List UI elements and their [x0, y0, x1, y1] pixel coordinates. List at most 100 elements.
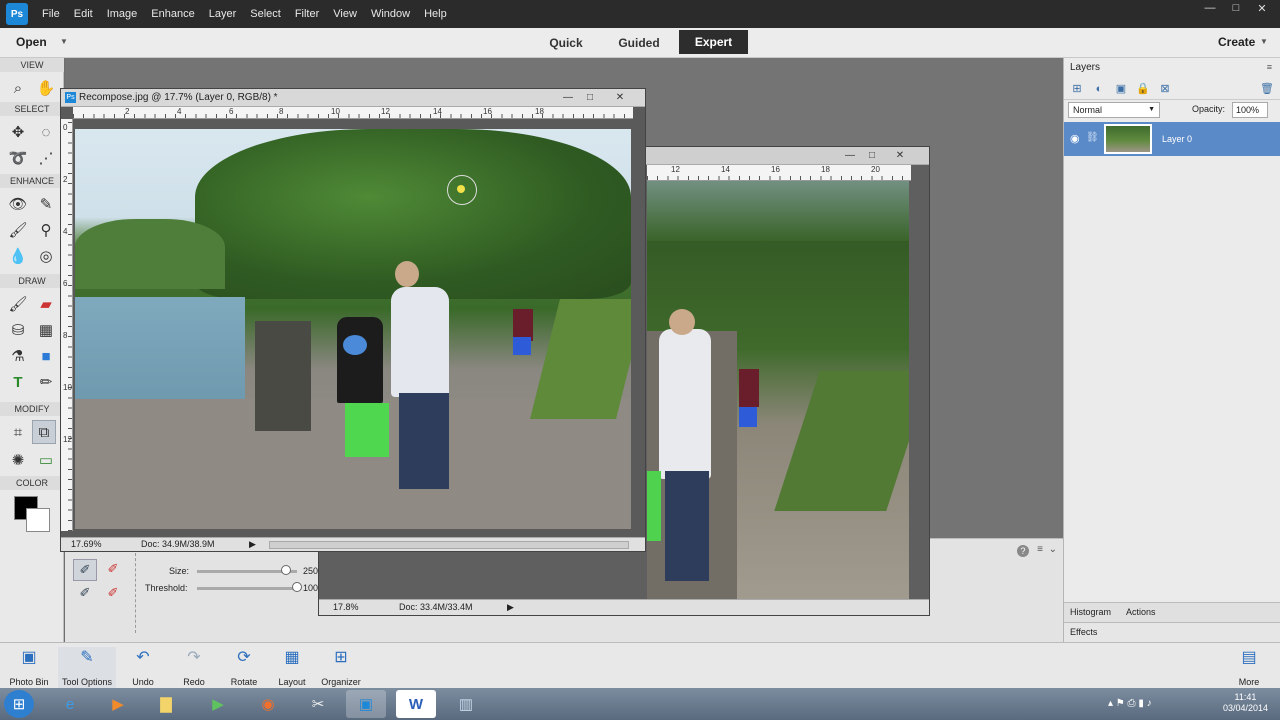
layer-mask-icon[interactable]: ▣ — [1114, 82, 1128, 96]
word-icon[interactable]: W — [396, 690, 436, 718]
minimize-icon[interactable]: — — [1200, 0, 1220, 16]
layer-row[interactable]: ◉ ⛓ Layer 0 — [1064, 122, 1280, 156]
content-aware-move-icon[interactable]: ✺ — [6, 448, 30, 472]
eye-icon[interactable]: ◉ — [1070, 132, 1080, 145]
background-color-swatch[interactable] — [26, 508, 50, 532]
menu-edit[interactable]: Edit — [74, 8, 93, 20]
smart-brush-icon[interactable]: 🖌 — [6, 218, 30, 242]
menu-layer[interactable]: Layer — [209, 8, 237, 20]
canvas-photo[interactable] — [75, 129, 631, 529]
maximize-icon[interactable]: □ — [863, 149, 881, 163]
lock-icon[interactable]: 🔒 — [1136, 82, 1150, 96]
menu-view[interactable]: View — [333, 8, 357, 20]
tray-icons[interactable]: ▴ ⚑ ⎙ ▮ ♪ — [1108, 698, 1152, 709]
panel-menu-icon[interactable]: ≡ — [1267, 62, 1272, 72]
clock[interactable]: 11:41 03/04/2014 — [1223, 692, 1268, 714]
move-icon[interactable]: ✥ — [6, 120, 30, 144]
close-icon[interactable]: ✕ — [1252, 0, 1272, 16]
quick-selection-icon[interactable]: ⋰ — [34, 146, 58, 170]
layer-name[interactable]: Layer 0 — [1162, 134, 1192, 144]
maximize-icon[interactable]: □ — [581, 91, 599, 105]
spot-healing-icon[interactable]: ✎ — [34, 192, 58, 216]
gradient-icon[interactable]: ▦ — [34, 318, 58, 342]
link-icon[interactable]: ⛓ — [1086, 132, 1099, 143]
document-window-main[interactable]: Ps Recompose.jpg @ 17.7% (Layer 0, RGB/8… — [60, 88, 646, 552]
photoshop-elements-icon[interactable]: ▣ — [346, 690, 386, 718]
document-titlebar[interactable]: Ps Recompose.jpg @ 17.7% (Layer 0, RGB/8… — [61, 89, 645, 107]
create-button[interactable]: Create — [1218, 35, 1255, 49]
opacity-field[interactable]: 100% — [1232, 102, 1268, 118]
type-icon[interactable]: T — [6, 370, 30, 394]
status-arrow-icon[interactable]: ▶ — [249, 539, 256, 550]
blend-mode-select[interactable]: Normal ▼ — [1068, 102, 1160, 118]
tab-layers[interactable]: Layers — [1070, 62, 1100, 73]
minimize-icon[interactable]: — — [559, 91, 577, 105]
zoom-icon[interactable]: ⌕ — [6, 76, 30, 100]
tab-histogram[interactable]: Histogram — [1070, 607, 1111, 617]
close-icon[interactable]: ✕ — [891, 149, 909, 163]
app-icon[interactable]: ✂ — [298, 690, 338, 718]
keep-eraser-icon[interactable]: ✐ — [73, 583, 97, 605]
video-app-icon[interactable]: ▥ — [446, 690, 486, 718]
shape-icon[interactable]: ■ — [34, 344, 58, 368]
remove-eraser-icon[interactable]: ✐ — [101, 583, 125, 605]
options-menu-icon[interactable]: ≡ — [1037, 544, 1043, 555]
sponge-icon[interactable]: ◎ — [34, 244, 58, 268]
menu-enhance[interactable]: Enhance — [151, 8, 194, 20]
recompose-icon[interactable]: ⧉ — [32, 420, 56, 444]
eyedropper-icon[interactable]: ⚗ — [6, 344, 30, 368]
more-button[interactable]: ▤ More — [1222, 647, 1276, 687]
straighten-icon[interactable]: ▭ — [34, 448, 58, 472]
threshold-slider-track[interactable] — [197, 587, 297, 590]
browser-icon[interactable]: e — [50, 690, 90, 718]
brush-icon[interactable]: 🖌 — [6, 292, 30, 316]
size-slider-thumb[interactable] — [281, 565, 291, 575]
keep-brush-icon[interactable]: ✐ — [73, 559, 97, 581]
pencil-icon[interactable]: ✏ — [34, 370, 58, 394]
lock-transparency-icon[interactable]: ⊠ — [1158, 82, 1172, 96]
menu-filter[interactable]: Filter — [295, 8, 319, 20]
photo-bin-button[interactable]: ▣ Photo Bin — [2, 647, 56, 687]
chevron-down-icon[interactable]: ⌄ — [1049, 544, 1057, 555]
clone-stamp-icon[interactable]: ⚲ — [34, 218, 58, 242]
hand-icon[interactable]: ✋ — [34, 76, 58, 100]
eraser-icon[interactable]: ▰ — [34, 292, 58, 316]
horizontal-scrollbar[interactable] — [269, 541, 629, 549]
layer-thumbnail[interactable] — [1104, 124, 1152, 154]
undo-button[interactable]: ↶ Undo — [116, 647, 170, 687]
marquee-icon[interactable]: ◌ — [34, 120, 58, 144]
media-center-icon[interactable]: ▶ — [198, 690, 238, 718]
menu-select[interactable]: Select — [250, 8, 281, 20]
paint-bucket-icon[interactable]: ⛁ — [6, 318, 30, 342]
folder-icon[interactable]: ▇ — [146, 690, 186, 718]
layout-button[interactable]: ▦ Layout — [265, 647, 319, 687]
help-icon[interactable]: ? — [1017, 545, 1029, 557]
organizer-button[interactable]: ⊞ Organizer — [314, 647, 368, 687]
menu-file[interactable]: File — [42, 8, 60, 20]
minimize-icon[interactable]: — — [841, 149, 859, 163]
start-icon[interactable]: ⊞ — [4, 690, 34, 718]
zoom-level[interactable]: 17.69% — [71, 539, 102, 549]
mode-quick-tab[interactable]: Quick — [540, 28, 592, 58]
lasso-icon[interactable]: ➰ — [6, 146, 30, 170]
tab-effects[interactable]: Effects — [1070, 627, 1097, 637]
rotate-button[interactable]: ⟳ Rotate — [217, 647, 271, 687]
tool-options-button[interactable]: ✎ Tool Options — [58, 647, 116, 689]
mode-guided-tab[interactable]: Guided — [612, 28, 666, 58]
close-icon[interactable]: ✕ — [611, 91, 629, 105]
new-layer-icon[interactable]: ⊞ — [1070, 82, 1084, 96]
status-arrow-icon[interactable]: ▶ — [507, 602, 514, 613]
blur-icon[interactable]: 💧 — [6, 244, 30, 268]
tab-actions[interactable]: Actions — [1126, 607, 1156, 617]
adjustment-layer-icon[interactable]: ◐ — [1092, 82, 1106, 96]
trash-icon[interactable]: 🗑 — [1260, 82, 1274, 96]
zoom-level[interactable]: 17.8% — [333, 602, 359, 612]
redo-button[interactable]: ↷ Redo — [167, 647, 221, 687]
remove-brush-icon[interactable]: ✐ — [101, 559, 125, 581]
chevron-down-icon[interactable]: ▼ — [1260, 37, 1268, 46]
threshold-slider-thumb[interactable] — [292, 582, 302, 592]
mode-expert-tab[interactable]: Expert — [679, 30, 748, 54]
maximize-icon[interactable]: □ — [1226, 0, 1246, 16]
chevron-down-icon[interactable]: ▼ — [60, 37, 68, 46]
menu-image[interactable]: Image — [107, 8, 138, 20]
